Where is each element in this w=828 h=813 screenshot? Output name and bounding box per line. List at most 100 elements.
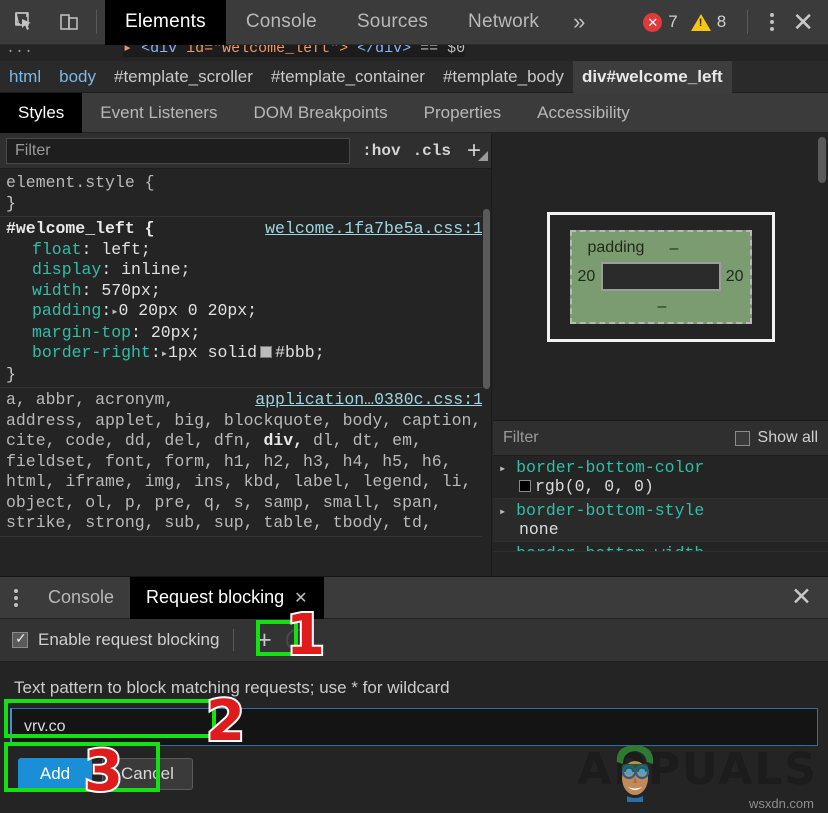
- device-toolbar-icon[interactable]: [50, 4, 88, 40]
- breadcrumb-item-template-body[interactable]: #template_body: [434, 61, 573, 93]
- breadcrumb: html body #template_scroller #template_c…: [0, 61, 828, 93]
- styles-scrollbar-thumb[interactable]: [483, 209, 490, 389]
- drawer-menu-icon[interactable]: [0, 589, 32, 607]
- declaration-border-right[interactable]: border-right:▸1px solid#bbb;: [6, 343, 491, 365]
- declaration-padding[interactable]: padding:▸0 20px 0 20px;: [6, 301, 491, 323]
- rule-reset-source-link[interactable]: application…0380c.css:1: [255, 390, 483, 411]
- cls-toggle-button[interactable]: .cls: [407, 142, 457, 160]
- subtab-accessibility[interactable]: Accessibility: [519, 93, 648, 133]
- close-icon[interactable]: ✕: [788, 9, 828, 35]
- styles-filter-input[interactable]: Filter: [6, 138, 350, 164]
- rule-welcome-left-selector[interactable]: #welcome_left {: [6, 219, 155, 238]
- breadcrumb-item-welcome-left[interactable]: div#welcome_left: [573, 61, 732, 93]
- rule-reset-selector-0[interactable]: a, abbr, acronym,: [6, 390, 174, 409]
- new-style-rule-button[interactable]: +: [457, 139, 491, 163]
- computed-prop-value: rgb(0, 0, 0): [535, 477, 654, 496]
- computed-filter-input[interactable]: Filter: [503, 429, 735, 447]
- box-model-padding-box[interactable]: padding – 20 20 –: [570, 230, 752, 324]
- styles-scrollbar[interactable]: [482, 169, 491, 576]
- rule-reset-selector-4[interactable]: html, iframe, img, ins, kbd, label, lege…: [6, 472, 491, 493]
- annotation-number-1: 1: [286, 608, 325, 664]
- color-swatch-bbb[interactable]: [260, 346, 272, 358]
- computed-row-border-bottom-style[interactable]: ▸ border-bottom-style none: [493, 499, 828, 542]
- declaration-margin-top-prop: margin-top: [32, 323, 131, 342]
- expand-triangle-icon-3[interactable]: ▸: [499, 548, 506, 552]
- pattern-input[interactable]: vrv.co: [10, 708, 818, 746]
- rule-reset-selector-2[interactable]: cite, code, dd, del, dfn, div, dl, dt, e…: [6, 431, 491, 452]
- breadcrumb-item-html[interactable]: html: [0, 61, 50, 93]
- expand-triangle-icon[interactable]: ▸: [499, 462, 506, 476]
- declaration-float[interactable]: float: left;: [6, 240, 491, 261]
- subtab-properties[interactable]: Properties: [406, 93, 519, 133]
- drawer-tab-console[interactable]: Console: [32, 577, 130, 619]
- declaration-border-right-value[interactable]: 1px solid: [168, 343, 257, 362]
- computed-scrollbar-thumb[interactable]: [818, 137, 826, 183]
- dom-close-tag: </div>: [348, 45, 411, 57]
- rule-welcome-left[interactable]: welcome.1fa7be5a.css:1 #welcome_left { f…: [0, 217, 491, 388]
- dom-tree-strip[interactable]: ... ▸ <div id="welcome_left"> </div> == …: [0, 45, 828, 61]
- add-button-label: Add: [40, 764, 70, 784]
- annotation-number-3: 3: [84, 744, 123, 800]
- dom-selected-node[interactable]: ▸ <div id="welcome_left"> </div> == $0: [123, 45, 465, 57]
- computed-filter-bar: Filter Show all: [493, 420, 828, 456]
- computed-prop-name-2: border-bottom-style: [516, 501, 704, 520]
- subtab-event-listeners-label: Event Listeners: [100, 103, 217, 123]
- subtab-event-listeners[interactable]: Event Listeners: [82, 93, 235, 133]
- breadcrumb-item-body[interactable]: body: [50, 61, 105, 93]
- more-tabs-chevron-icon[interactable]: »: [559, 0, 599, 45]
- subtab-styles[interactable]: Styles: [0, 93, 82, 133]
- kebab-menu-icon[interactable]: [756, 13, 788, 31]
- subtab-dom-breakpoints[interactable]: DOM Breakpoints: [235, 93, 405, 133]
- show-all-checkbox[interactable]: [735, 431, 750, 446]
- computed-row-border-bottom-width[interactable]: ▸ border-bottom-width: [493, 542, 828, 552]
- tab-network[interactable]: Network: [448, 0, 559, 45]
- enable-request-blocking-checkbox[interactable]: [12, 632, 28, 648]
- breadcrumb-item-template-container[interactable]: #template_container: [262, 61, 434, 93]
- rule-reset-selector-6[interactable]: strike, strong, sub, sup, table, tbody, …: [6, 513, 491, 534]
- rule-reset-selector-3[interactable]: fieldset, font, form, h1, h2, h3, h4, h5…: [6, 452, 491, 473]
- breadcrumb-item-template-scroller[interactable]: #template_scroller: [105, 61, 262, 93]
- rule-reset-selector-1[interactable]: address, applet, big, blockquote, body, …: [6, 411, 491, 432]
- add-pattern-button[interactable]: +: [248, 625, 280, 655]
- declaration-margin-top[interactable]: margin-top: 20px;: [6, 323, 491, 344]
- blocking-toolbar-divider: [233, 629, 234, 651]
- declaration-width[interactable]: width: 570px;: [6, 281, 491, 302]
- box-model-padding-left[interactable]: 20: [578, 268, 596, 286]
- rule-reset[interactable]: application…0380c.css:1 a, abbr, acronym…: [0, 388, 491, 537]
- declaration-border-right-color[interactable]: #bbb;: [275, 343, 325, 362]
- rule-element-style[interactable]: element.style { }: [0, 169, 491, 217]
- dom-expand-triangle[interactable]: ▸: [123, 45, 132, 57]
- declaration-display-value[interactable]: inline;: [121, 260, 190, 279]
- declaration-margin-top-value[interactable]: 20px;: [151, 323, 201, 342]
- enable-request-blocking-label: Enable request blocking: [38, 630, 219, 650]
- element-style-selector[interactable]: element.style {: [6, 173, 491, 194]
- declaration-display[interactable]: display: inline;: [6, 260, 491, 281]
- rule-reset-selector-5[interactable]: object, ol, p, pre, q, s, samp, small, s…: [6, 493, 491, 514]
- close-glyph: ✕: [792, 7, 814, 37]
- add-button[interactable]: Add: [18, 758, 92, 790]
- color-swatch-black[interactable]: [519, 480, 531, 492]
- border-right-expand-triangle[interactable]: ▸: [161, 347, 168, 361]
- declaration-float-value[interactable]: left;: [101, 240, 151, 259]
- dom-open-tag: <div: [141, 45, 177, 57]
- box-model-content-box[interactable]: [601, 262, 721, 291]
- tab-elements-label: Elements: [125, 11, 206, 33]
- computed-row-border-bottom-color[interactable]: ▸ border-bottom-color rgb(0, 0, 0): [493, 456, 828, 499]
- inspect-element-icon[interactable]: [6, 4, 44, 40]
- tab-console[interactable]: Console: [226, 0, 337, 45]
- expand-triangle-icon-2[interactable]: ▸: [499, 505, 506, 519]
- hov-toggle-button[interactable]: :hov: [356, 142, 406, 160]
- box-model-padding-top[interactable]: –: [670, 240, 679, 258]
- declaration-padding-value[interactable]: 0 20px 0 20px;: [118, 301, 257, 320]
- subtab-styles-label: Styles: [18, 103, 64, 123]
- box-model-border-box[interactable]: padding – 20 20 –: [547, 212, 775, 342]
- issues-badges[interactable]: ✕ 7 8: [643, 12, 733, 32]
- box-model-padding-right[interactable]: 20: [726, 268, 744, 286]
- tab-elements[interactable]: Elements: [105, 0, 226, 45]
- drawer-close-icon[interactable]: ✕: [791, 585, 828, 610]
- declaration-width-value[interactable]: 570px;: [101, 281, 160, 300]
- request-blocking-toolbar: Enable request blocking +: [0, 619, 828, 662]
- tab-sources[interactable]: Sources: [337, 0, 448, 45]
- rule-source-link[interactable]: welcome.1fa7be5a.css:1: [265, 219, 483, 240]
- box-model-padding-bottom[interactable]: –: [658, 298, 667, 316]
